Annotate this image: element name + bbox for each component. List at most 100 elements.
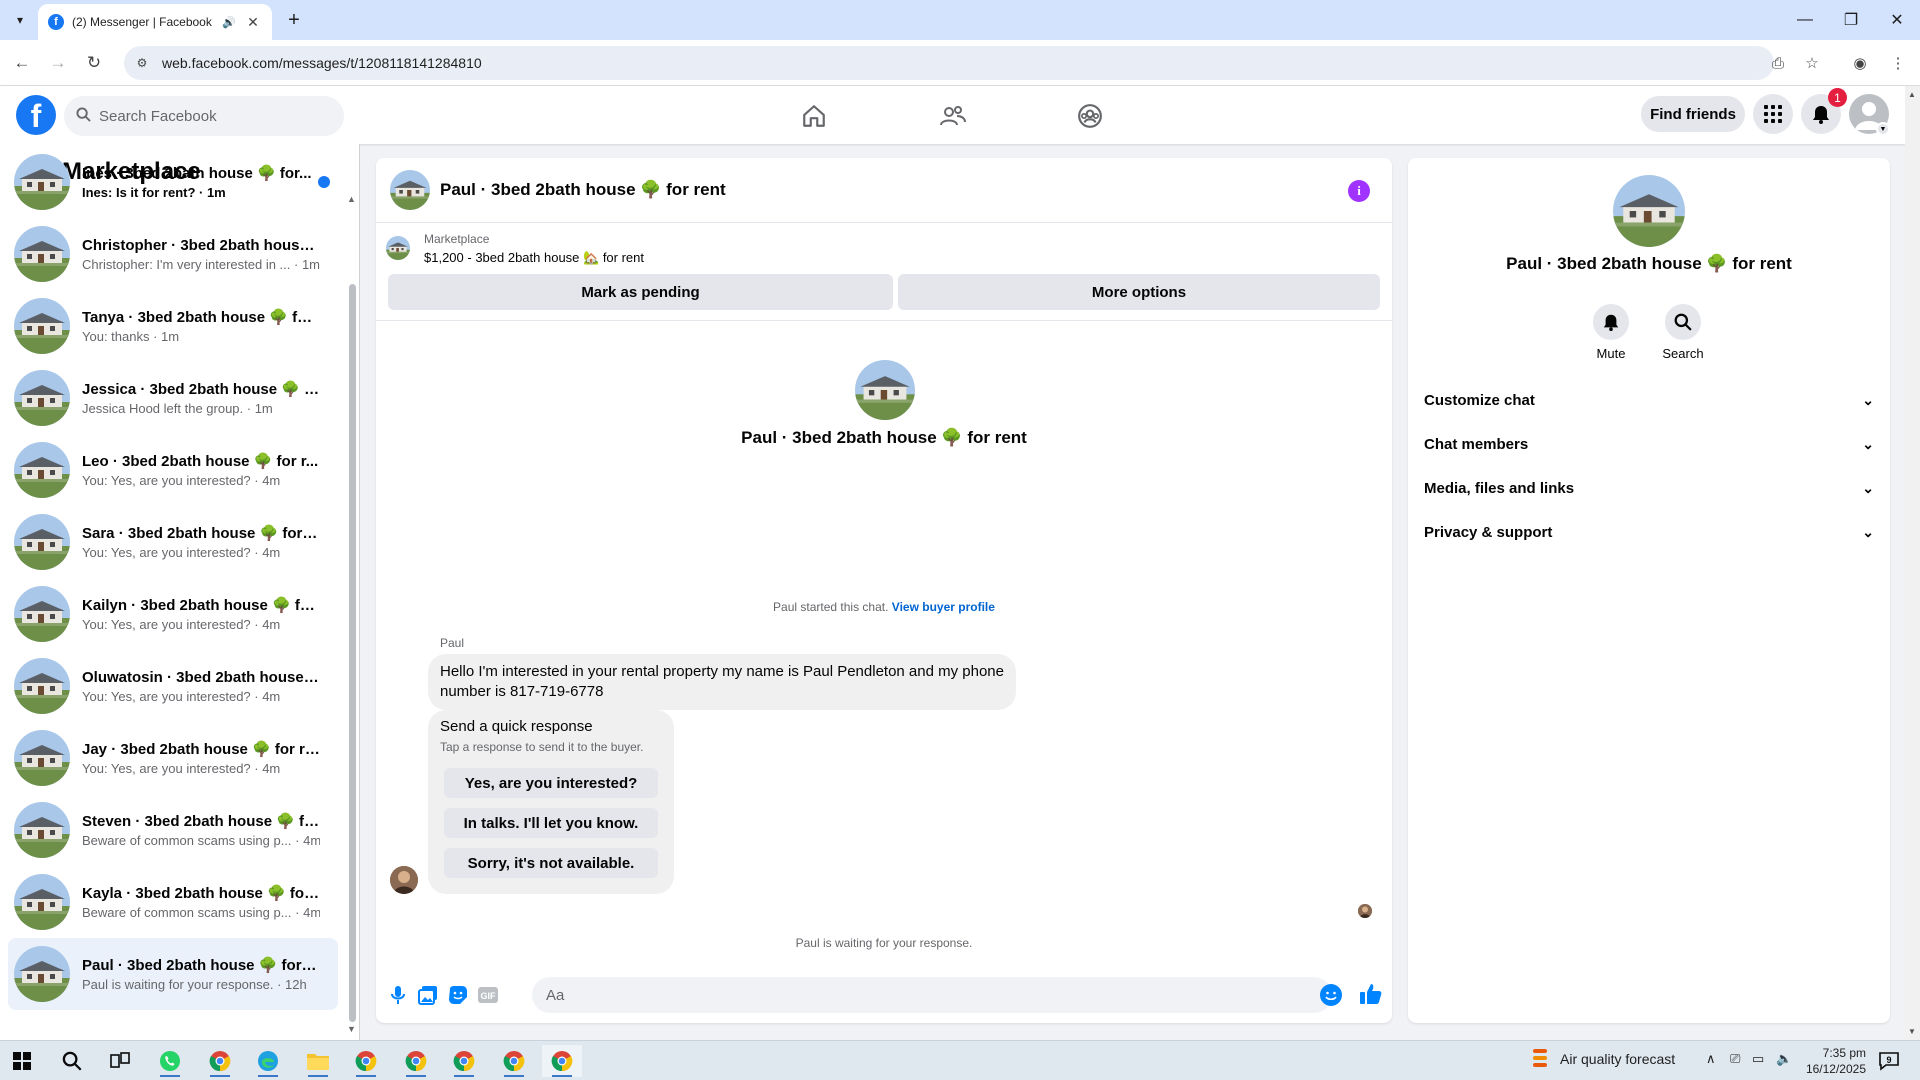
sender-avatar[interactable] [390,866,418,894]
conversation-item[interactable]: Jessica · 3bed 2bath house 🌳 fo... Jessic… [8,362,338,434]
scroll-down-arrow-icon[interactable]: ▼ [1908,1027,1916,1036]
listing-thumbnail[interactable] [390,170,430,210]
chat-title[interactable]: Paul · 3bed 2bath house 🌳 for rent [440,180,726,200]
conversation-item[interactable]: Christopher · 3bed 2bath house ... Christ… [8,218,338,290]
minimize-window-button[interactable]: — [1782,0,1828,40]
conversation-item[interactable]: Kailyn · 3bed 2bath house 🌳 fo... You: Ye… [8,578,338,650]
house-photo [386,236,410,260]
customize-chat-section[interactable]: Customize chat ⌄ [1424,380,1874,420]
conversation-item[interactable]: Oluwatosin · 3bed 2bath house ... You: Ye… [8,650,338,722]
page-scrollbar[interactable]: ▲ ▼ [1905,86,1920,1040]
chat-members-section[interactable]: Chat members ⌄ [1424,424,1874,464]
forward-icon[interactable]: → [46,51,70,75]
close-tab-icon[interactable]: ✕ [244,14,262,31]
menu-grid-icon[interactable] [1753,94,1793,134]
photo-gallery-icon[interactable] [416,983,440,1007]
gif-icon[interactable]: GIF [476,983,500,1007]
view-buyer-profile-link[interactable]: View buyer profile [892,600,995,614]
scroll-up-arrow-icon[interactable]: ▲ [347,194,356,204]
restore-window-button[interactable]: ❐ [1828,0,1874,40]
conversation-item[interactable]: Leo · 3bed 2bath house 🌳 for r... You: Ye… [8,434,338,506]
edge-icon[interactable] [248,1045,288,1077]
browser-tab-messenger[interactable]: f (2) Messenger | Facebook 🔊 ✕ [38,4,272,40]
chrome-icon[interactable] [200,1045,240,1077]
groups-icon[interactable] [1070,96,1110,136]
new-tab-button[interactable]: + [282,8,306,32]
quick-response-not-available-button[interactable]: Sorry, it's not available. [444,848,658,878]
find-friends-button[interactable]: Find friends [1641,96,1745,132]
install-app-icon[interactable]: ⎙ [1766,51,1790,75]
close-window-button[interactable]: ✕ [1874,0,1920,40]
friends-icon[interactable] [933,96,973,136]
windows-start-icon[interactable] [2,1045,42,1077]
notifications-bell-icon[interactable]: 1 [1801,88,1847,134]
media-files-links-section[interactable]: Media, files and links ⌄ [1424,468,1874,508]
mute-action[interactable]: Mute [1581,304,1641,361]
privacy-support-section[interactable]: Privacy & support ⌄ [1424,512,1874,552]
chrome-icon-active[interactable] [542,1045,582,1077]
chrome-icon-5[interactable] [494,1045,534,1077]
conversation-item[interactable]: Tanya · 3bed 2bath house 🌳 for... You: th… [8,290,338,362]
profile-icon[interactable]: ◉ [1848,51,1872,75]
scroll-down-arrow-icon[interactable]: ▼ [347,1024,356,1034]
facebook-logo-icon[interactable]: f [16,95,56,135]
listing-price[interactable]: $1,200 - 3bed 2bath house 🏡 for rent [424,250,644,266]
network-icon[interactable]: ▭ [1752,1051,1764,1067]
system-clock[interactable]: 7:35 pm 16/12/2025 [1802,1045,1866,1077]
task-view-icon[interactable] [100,1045,140,1077]
browser-menu-icon[interactable]: ⋮ [1886,51,1910,75]
chevron-down-icon[interactable]: ▼ [1876,122,1890,136]
quick-response-in-talks-button[interactable]: In talks. I'll let you know. [444,808,658,838]
conversation-item[interactable]: Steven · 3bed 2bath house 🌳 fo... Beware … [8,794,338,866]
weather-widget[interactable]: Air quality forecast [1530,1047,1675,1071]
conversation-item[interactable]: Jay · 3bed 2bath house 🌳 for re... You: Y… [8,722,338,794]
message-input[interactable] [532,977,1332,1013]
conversation-item[interactable]: Ines · 3bed 2bath house 🌳 for... Ines: Is… [8,146,338,218]
panel-thumbnail[interactable] [1613,175,1685,247]
facebook-search[interactable] [64,96,344,136]
sidebar-scrollbar[interactable] [349,284,356,1022]
sticker-icon[interactable] [446,983,470,1007]
chrome-icon-4[interactable] [444,1045,484,1077]
audio-playing-icon[interactable]: 🔊 [222,16,236,29]
search-action[interactable]: Search [1653,304,1713,361]
action-center-icon[interactable]: 9 [1878,1051,1900,1071]
conversation-text: Jessica · 3bed 2bath house 🌳 fo... Jessic… [82,380,320,416]
url-text[interactable]: web.facebook.com/messages/t/120811814128… [162,55,482,71]
emoji-icon[interactable] [1320,984,1342,1006]
meet-now-icon[interactable]: ⎚ [1730,1051,1740,1067]
volume-icon[interactable]: 🔈 [1776,1051,1792,1067]
mark-as-pending-button[interactable]: Mark as pending [388,274,893,310]
chrome-icon-2[interactable] [346,1045,386,1077]
show-hidden-icons-chevron-icon[interactable]: ∧ [1706,1051,1716,1067]
info-icon[interactable]: i [1348,180,1370,202]
conversation-text: Kailyn · 3bed 2bath house 🌳 fo... You: Ye… [82,596,320,632]
chrome-icon-3[interactable] [396,1045,436,1077]
back-icon[interactable]: ← [10,51,34,75]
file-explorer-icon[interactable] [298,1045,338,1077]
listing-small-thumbnail[interactable] [386,236,410,260]
search-input[interactable] [99,107,319,125]
taskbar-search-icon[interactable] [52,1045,92,1077]
conversation-name: Kailyn · 3bed 2bath house 🌳 fo... [82,597,320,614]
scroll-up-arrow-icon[interactable]: ▲ [1908,90,1916,99]
quick-response-yes-button[interactable]: Yes, are you interested? [444,768,658,798]
conversation-snippet: Beware of common scams using p... · 4m [82,833,320,848]
bookmark-star-icon[interactable]: ☆ [1800,51,1824,75]
tab-search-chevron-icon[interactable]: ▾ [8,8,32,32]
message-bubble[interactable]: Hello I'm interested in your rental prop… [428,654,1016,710]
home-icon[interactable] [794,96,834,136]
bell-icon[interactable] [1593,304,1629,340]
reload-icon[interactable]: ↻ [82,51,106,75]
whatsapp-icon[interactable] [150,1045,190,1077]
microphone-icon[interactable] [386,983,410,1007]
thumbs-up-icon[interactable] [1358,981,1384,1007]
site-info-icon[interactable]: ⚙ [134,55,150,71]
conversation-item[interactable]: Paul · 3bed 2bath house 🌳 for r... Paul i… [8,938,338,1010]
conversation-item[interactable]: Sara · 3bed 2bath house 🌳 for r... You: Y… [8,506,338,578]
house-photo [14,946,70,1002]
conversation-item[interactable]: Kayla · 3bed 2bath house 🌳 for... Beware … [8,866,338,938]
search-icon[interactable] [1665,304,1701,340]
more-options-button[interactable]: More options [898,274,1380,310]
address-bar[interactable]: ⚙ web.facebook.com/messages/t/1208118141… [124,46,1774,80]
